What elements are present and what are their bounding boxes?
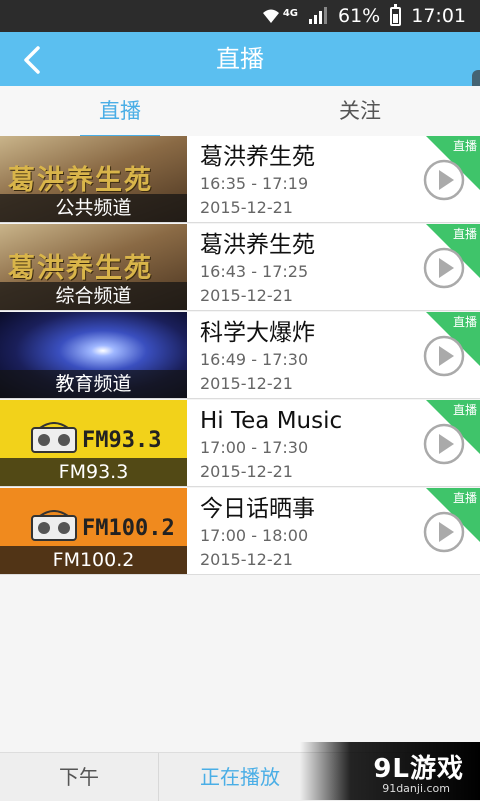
- live-badge-label: 直播: [452, 139, 477, 153]
- live-badge-label: 直播: [452, 403, 477, 417]
- channel-name: 综合频道: [0, 282, 187, 310]
- tab-live-label: 直播: [99, 99, 141, 123]
- play-icon[interactable]: [422, 422, 466, 466]
- channel-thumbnail: 葛洪养生苑 综合频道: [0, 224, 187, 310]
- program-title: 葛洪养生苑: [200, 232, 315, 258]
- watermark-text: 9L游戏: [373, 754, 464, 784]
- live-badge-label: 直播: [452, 315, 477, 329]
- live-badge-label: 直播: [452, 491, 477, 505]
- channel-thumbnail: 葛洪养生苑 公共频道: [0, 136, 187, 222]
- page-title: 直播: [216, 45, 264, 73]
- program-time: 17:00 - 18:00: [200, 526, 309, 545]
- tab-now-playing[interactable]: 正在播放: [159, 753, 321, 801]
- watermark: 9L游戏 91danji.com: [300, 742, 480, 800]
- list-item[interactable]: FM93.3 FM93.3 Hi Tea Music 17:00 - 17:30…: [0, 400, 480, 487]
- signal-icon: [309, 7, 327, 24]
- list-item[interactable]: FM100.2 FM100.2 今日话晒事 17:00 - 18:00 2015…: [0, 488, 480, 575]
- play-icon[interactable]: [422, 246, 466, 290]
- radio-icon: [31, 510, 77, 541]
- battery-icon: [390, 3, 402, 26]
- list-item[interactable]: 教育频道 科学大爆炸 16:49 - 17:30 2015-12-21 直播: [0, 312, 480, 399]
- tab-afternoon[interactable]: 下午: [0, 753, 158, 801]
- list-item[interactable]: 葛洪养生苑 公共频道 葛洪养生苑 16:35 - 17:19 2015-12-2…: [0, 136, 480, 223]
- list-item[interactable]: 葛洪养生苑 综合频道 葛洪养生苑 16:43 - 17:25 2015-12-2…: [0, 224, 480, 311]
- radio-icon: [31, 422, 77, 453]
- status-bar: 4G 61% 17:01: [0, 0, 480, 32]
- program-info: 葛洪养生苑 16:43 - 17:25 2015-12-21: [200, 230, 315, 308]
- program-date: 2015-12-21: [200, 374, 293, 393]
- clock: 17:01: [411, 5, 466, 27]
- play-icon[interactable]: [422, 510, 466, 554]
- live-badge-label: 直播: [452, 227, 477, 241]
- tab-bar: 直播 关注: [0, 86, 480, 138]
- battery-percent: 61%: [338, 5, 381, 27]
- channel-thumbnail: FM93.3 FM93.3: [0, 400, 187, 486]
- program-list: 葛洪养生苑 公共频道 葛洪养生苑 16:35 - 17:19 2015-12-2…: [0, 136, 480, 575]
- program-time: 17:00 - 17:30: [200, 438, 309, 457]
- program-date: 2015-12-21: [200, 286, 293, 305]
- thumbnail-logo-text: 葛洪养生苑: [8, 253, 153, 284]
- program-info: 今日话晒事 17:00 - 18:00 2015-12-21: [200, 494, 315, 572]
- channel-thumbnail: 教育频道: [0, 312, 187, 398]
- program-date: 2015-12-21: [200, 550, 293, 569]
- program-date: 2015-12-21: [200, 198, 293, 217]
- program-title: Hi Tea Music: [200, 408, 343, 434]
- program-info: Hi Tea Music 17:00 - 17:30 2015-12-21: [200, 406, 342, 484]
- network-type-label: 4G: [282, 7, 298, 19]
- thumbnail-logo-text: 葛洪养生苑: [8, 165, 153, 196]
- watermark-url: 91danji.com: [382, 782, 450, 795]
- program-date: 2015-12-21: [200, 462, 293, 481]
- program-title: 科学大爆炸: [200, 320, 315, 346]
- thumbnail-logo-text: FM93.3: [82, 428, 162, 453]
- program-time: 16:35 - 17:19: [200, 174, 309, 193]
- channel-thumbnail: FM100.2 FM100.2: [0, 488, 187, 574]
- play-icon[interactable]: [422, 334, 466, 378]
- channel-name: FM100.2: [0, 546, 187, 574]
- channel-name: 公共频道: [0, 194, 187, 222]
- program-info: 葛洪养生苑 16:35 - 17:19 2015-12-21: [200, 142, 315, 220]
- wifi-icon: [262, 9, 279, 23]
- tab-live[interactable]: 直播: [80, 86, 160, 138]
- program-info: 科学大爆炸 16:49 - 17:30 2015-12-21: [200, 318, 315, 396]
- play-icon[interactable]: [422, 158, 466, 202]
- program-title: 葛洪养生苑: [200, 144, 315, 170]
- program-time: 16:43 - 17:25: [200, 262, 309, 281]
- channel-name: FM93.3: [0, 458, 187, 486]
- tab-follow[interactable]: 关注: [320, 86, 400, 138]
- program-title: 今日话晒事: [200, 496, 315, 522]
- thumbnail-logo-text: FM100.2: [82, 516, 175, 541]
- channel-name: 教育频道: [0, 370, 187, 398]
- tab-follow-label: 关注: [339, 99, 381, 123]
- app-bar: 直播: [0, 32, 480, 86]
- program-time: 16:49 - 17:30: [200, 350, 309, 369]
